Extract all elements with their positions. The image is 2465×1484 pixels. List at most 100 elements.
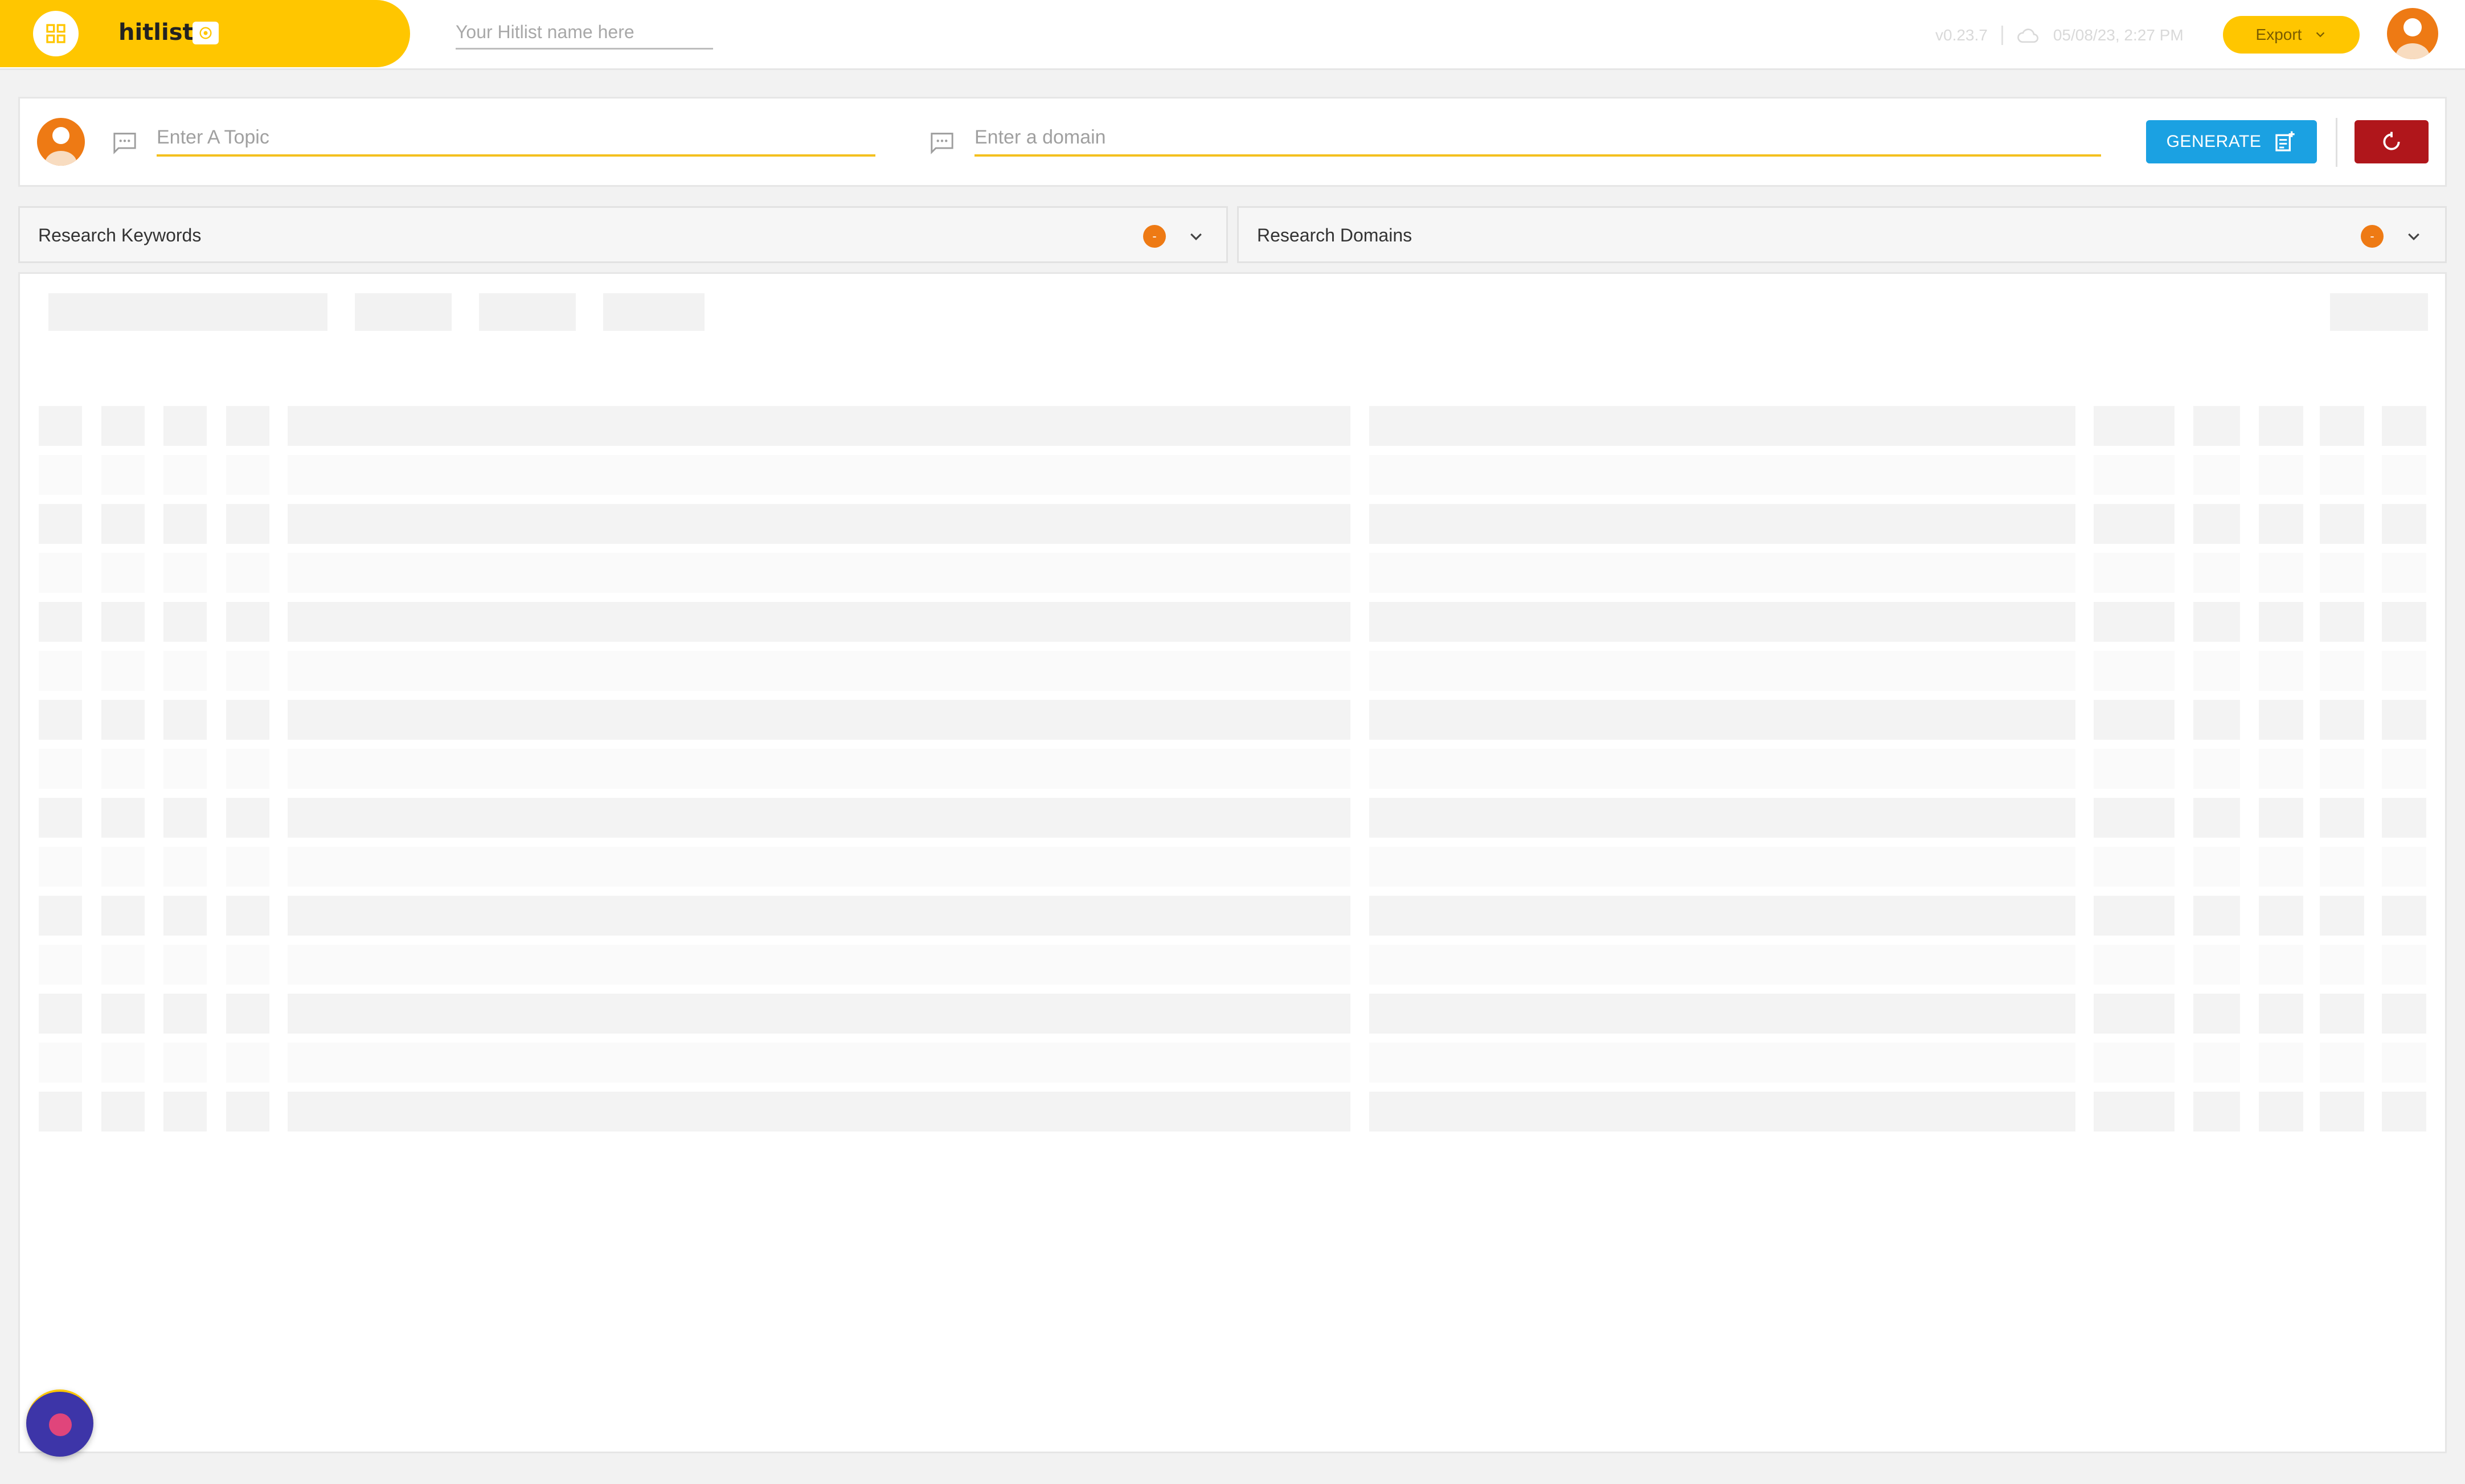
saved-timestamp: 05/08/23, 2:27 PM [2053,26,2184,44]
skeleton-cell [2320,798,2364,838]
divider [2336,118,2337,167]
skeleton-cell [2382,896,2426,936]
skeleton-cell [2382,749,2426,789]
hitlist-name-input[interactable] [456,16,713,50]
generate-label: GENERATE [2166,132,2262,151]
skeleton-cell [2193,896,2240,936]
skeleton-cell [2193,1043,2240,1083]
skeleton-cell [2193,945,2240,985]
research-keywords-panel[interactable]: Research Keywords - [18,206,1228,263]
skeleton-cell [2320,847,2364,887]
generate-button[interactable]: GENERATE [2146,120,2317,163]
research-keywords-label: Research Keywords [38,225,202,245]
skeleton-cell [2320,1092,2364,1132]
skeleton-cell [2094,994,2175,1034]
export-label: Export [2255,26,2302,43]
skeleton-cell [2259,1043,2303,1083]
skeleton-cell [2259,749,2303,789]
skeleton-cell [2193,406,2240,446]
skeleton-cell [39,847,82,887]
skeleton-cell [226,994,269,1034]
assistant-dot-icon [49,1413,72,1436]
skeleton-cell [1369,1043,2075,1083]
skeleton-cell [2320,553,2364,593]
reset-button[interactable] [2355,120,2429,163]
chevron-down-icon[interactable] [2405,228,2422,245]
research-domains-label: Research Domains [1257,225,1412,245]
skeleton-cell [2094,1043,2175,1083]
toolbar-skeleton [355,293,452,331]
skeleton-cell [288,749,1350,789]
chat-bubble-icon [113,133,136,154]
skeleton-cell [39,1043,82,1083]
research-domains-panel[interactable]: Research Domains - [1237,206,2447,263]
skeleton-cell [1369,847,2075,887]
skeleton-cell [226,1092,269,1132]
skeleton-cell [1369,553,2075,593]
chevron-down-icon[interactable] [1188,228,1205,245]
cloud-icon [2017,28,2038,43]
results-table [18,272,2447,1453]
search-panel: GENERATE [18,97,2447,187]
skeleton-cell [288,651,1350,691]
skeleton-cell [2193,553,2240,593]
skeleton-cell [163,994,207,1034]
toolbar-skeleton [48,293,327,331]
skeleton-cell [2320,455,2364,495]
skeleton-cell [2094,896,2175,936]
top-bar: hitlist v0.23.7 05/08/23, 2:27 PM Export [0,0,2465,70]
skeleton-cell [1369,945,2075,985]
toolbar-skeleton [2330,293,2428,331]
skeleton-cell [39,994,82,1034]
skeleton-cell [226,749,269,789]
skeleton-cell [2094,553,2175,593]
skeleton-cell [2382,602,2426,642]
apps-menu-button[interactable] [33,11,79,56]
skeleton-cell [1369,994,2075,1034]
skeleton-cell [1369,749,2075,789]
skeleton-cell [2259,896,2303,936]
skeleton-cell [2259,651,2303,691]
skeleton-cell [163,651,207,691]
skeleton-cell [226,945,269,985]
skeleton-cell [101,455,145,495]
status-badge: - [1143,225,1166,248]
assistant-chat-button[interactable] [26,1389,93,1457]
skeleton-cell [2094,455,2175,495]
skeleton-cell [2094,749,2175,789]
skeleton-cell [2193,455,2240,495]
skeleton-cell [101,1092,145,1132]
skeleton-cell [2259,455,2303,495]
user-avatar-small [37,118,85,166]
skeleton-cell [288,700,1350,740]
topic-input[interactable] [157,120,875,157]
skeleton-cell [101,504,145,544]
skeleton-cell [2320,1043,2364,1083]
skeleton-cell [226,798,269,838]
domain-input[interactable] [974,120,2101,157]
skeleton-cell [2259,602,2303,642]
skeleton-cell [163,553,207,593]
skeleton-cell [226,896,269,936]
skeleton-cell [2382,945,2426,985]
skeleton-cell [39,749,82,789]
skeleton-cell [2320,406,2364,446]
skeleton-cell [101,945,145,985]
skeleton-cell [2382,455,2426,495]
skeleton-cell [2320,994,2364,1034]
skeleton-cell [163,406,207,446]
export-button[interactable]: Export [2223,16,2360,54]
skeleton-cell [163,847,207,887]
skeleton-cell [101,406,145,446]
divider [2001,26,2003,45]
skeleton-cell [101,896,145,936]
skeleton-cell [39,945,82,985]
skeleton-cell [39,798,82,838]
skeleton-cell [163,798,207,838]
skeleton-cell [2193,700,2240,740]
skeleton-cell [101,700,145,740]
skeleton-cell [2094,504,2175,544]
skeleton-cell [2193,651,2240,691]
user-avatar[interactable] [2387,8,2438,59]
skeleton-cell [101,994,145,1034]
